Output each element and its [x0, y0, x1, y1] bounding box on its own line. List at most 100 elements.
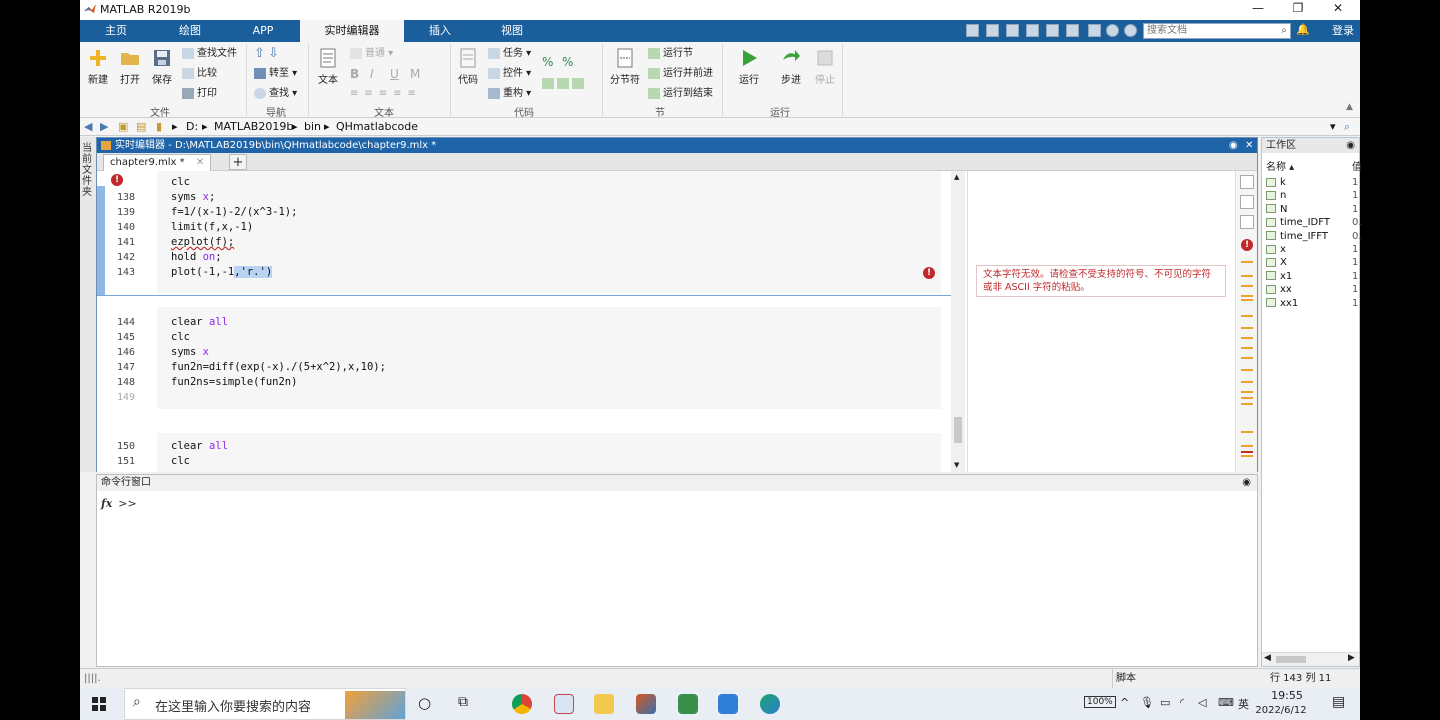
output-inline-icon[interactable]: [1240, 175, 1254, 189]
windows-start-icon[interactable]: [92, 697, 106, 711]
notification-center-icon[interactable]: ▤: [1332, 694, 1345, 710]
uncomment-icon[interactable]: %: [562, 54, 573, 70]
warning-marker[interactable]: [1241, 261, 1253, 263]
warning-marker[interactable]: [1241, 275, 1253, 277]
breadcrumb-matlab[interactable]: MATLAB2019b: [214, 120, 293, 133]
style-normal-dropdown[interactable]: 普通 ▾: [350, 46, 393, 62]
cut-quick-icon[interactable]: [986, 24, 999, 37]
warning-marker[interactable]: [1241, 357, 1253, 359]
error-marker-icon[interactable]: !: [1241, 239, 1253, 251]
warning-marker[interactable]: [1241, 445, 1253, 447]
error-marker[interactable]: [1241, 451, 1253, 453]
code-section[interactable]: [157, 171, 941, 293]
compare-button[interactable]: 比较: [182, 66, 217, 82]
breadcrumb-bin[interactable]: bin: [304, 120, 321, 133]
warning-marker[interactable]: [1241, 327, 1253, 329]
code-line[interactable]: clear all: [171, 440, 228, 452]
forward-icon[interactable]: ▶: [100, 120, 108, 133]
warning-marker[interactable]: [1241, 285, 1253, 287]
hide-code-icon[interactable]: [1240, 215, 1254, 229]
warning-marker[interactable]: [1241, 431, 1253, 433]
taskbar-search[interactable]: ⌕ 在这里输入你要搜索的内容: [124, 688, 406, 720]
workspace-variable[interactable]: k: [1266, 176, 1286, 189]
goto-button[interactable]: 转至 ▾: [254, 66, 297, 82]
minimize-button[interactable]: —: [1238, 1, 1278, 19]
code-line[interactable]: f=1/(x-1)-2/(x^3-1);: [171, 206, 297, 218]
help-quick-icon[interactable]: [1106, 24, 1119, 37]
stop-button[interactable]: 停止: [812, 48, 838, 86]
code-section[interactable]: [157, 433, 941, 472]
error-icon[interactable]: !: [111, 174, 123, 186]
workspace-hscroll[interactable]: ◀ ▶: [1262, 652, 1359, 666]
run-to-end-button[interactable]: 运行到结束: [648, 86, 713, 102]
scroll-down-icon[interactable]: ▼: [954, 461, 959, 469]
app-icon[interactable]: [554, 694, 574, 714]
run-section-button[interactable]: 运行节: [648, 46, 693, 62]
code-line[interactable]: clc: [171, 455, 190, 467]
warning-marker[interactable]: [1241, 315, 1253, 317]
workspace-variable[interactable]: xx1: [1266, 297, 1298, 310]
address-search-icon[interactable]: ⌕: [1344, 120, 1350, 134]
undo-quick-icon[interactable]: [1046, 24, 1059, 37]
code-line[interactable]: ezplot(f);: [171, 236, 234, 248]
bold-button[interactable]: B: [350, 66, 359, 82]
code-line[interactable]: fun2n=diff(exp(-x)./(5+x^2),x,10);: [171, 361, 386, 373]
warning-marker[interactable]: [1241, 391, 1253, 393]
step-button[interactable]: 步进: [778, 48, 804, 86]
editor-close-icon[interactable]: ✕: [1245, 138, 1253, 153]
nav-arrows[interactable]: ⇧ ⇩: [254, 46, 279, 62]
find-button[interactable]: 查找 ▾: [254, 86, 297, 102]
maximize-button[interactable]: ❐: [1278, 1, 1318, 19]
workspace-variable[interactable]: time_IFFT: [1266, 230, 1328, 243]
scroll-left-icon[interactable]: ◀: [1264, 653, 1271, 663]
notification-icon[interactable]: 🔔: [1296, 23, 1310, 36]
code-line[interactable]: plot(-1,-1,'r.'): [171, 266, 273, 278]
chrome-icon[interactable]: [512, 694, 532, 714]
control-dropdown[interactable]: 控件 ▾: [488, 66, 531, 82]
search-icon[interactable]: ⌕: [1281, 24, 1287, 38]
tab-apps[interactable]: APP: [228, 20, 298, 42]
code-button[interactable]: 代码: [456, 48, 480, 86]
up-arrow-icon[interactable]: ⇧: [254, 46, 265, 61]
scroll-right-icon[interactable]: ▶: [1348, 653, 1355, 663]
warning-marker[interactable]: [1241, 403, 1253, 405]
section-break-button[interactable]: 分节符: [608, 48, 642, 86]
matlab-taskbar-icon[interactable]: [636, 694, 656, 714]
print-button[interactable]: 打印: [182, 86, 217, 102]
new-button[interactable]: 新建: [86, 48, 110, 86]
copy-quick-icon[interactable]: [1006, 24, 1019, 37]
tab-home[interactable]: 主页: [80, 20, 152, 42]
run-advance-button[interactable]: 运行并前进: [648, 66, 713, 82]
list-align-icons[interactable]: ≡≡≡≡≡: [350, 86, 422, 102]
code-line[interactable]: fun2ns=simple(fun2n): [171, 376, 297, 388]
code-line[interactable]: syms x;: [171, 191, 215, 203]
options-quick-icon[interactable]: [1124, 24, 1137, 37]
underline-button[interactable]: U: [390, 66, 399, 82]
workspace-actions-icon[interactable]: ◉: [1346, 138, 1355, 153]
editor-scrollbar[interactable]: ▲ ▼: [951, 171, 965, 472]
new-tab-button[interactable]: +: [229, 154, 247, 170]
clock-date[interactable]: 2022/6/12: [1248, 705, 1314, 716]
run-button[interactable]: 运行: [736, 48, 762, 86]
task-view-icon[interactable]: ⧉: [458, 694, 468, 710]
address-dropdown-icon[interactable]: ▾: [1330, 120, 1336, 133]
comment-percent-icon[interactable]: %: [542, 54, 553, 70]
output-right-icon[interactable]: [1240, 195, 1254, 209]
figure-icon[interactable]: [678, 694, 698, 714]
warning-marker[interactable]: [1241, 299, 1253, 301]
down-arrow-icon[interactable]: ⇩: [268, 46, 279, 61]
up-folder-icon[interactable]: ▣: [118, 120, 128, 133]
workspace-variable[interactable]: x: [1266, 243, 1286, 256]
warning-marker[interactable]: [1241, 295, 1253, 297]
code-section[interactable]: [157, 307, 941, 409]
line-error-icon[interactable]: !: [923, 267, 935, 279]
photos-icon[interactable]: [718, 694, 738, 714]
command-window-actions-icon[interactable]: ◉: [1242, 475, 1251, 491]
redo-quick-icon[interactable]: [1066, 24, 1079, 37]
code-area[interactable]: ! clc 138 syms x; 139 f=1/(x-1)-2/(x^3-1…: [97, 171, 967, 472]
save-quick-icon[interactable]: [966, 24, 979, 37]
indent-icons[interactable]: [542, 76, 587, 92]
current-folder-collapsed[interactable]: 当前文件夹: [80, 137, 96, 472]
code-line[interactable]: clear all: [171, 316, 228, 328]
scroll-up-icon[interactable]: ▲: [954, 173, 959, 181]
